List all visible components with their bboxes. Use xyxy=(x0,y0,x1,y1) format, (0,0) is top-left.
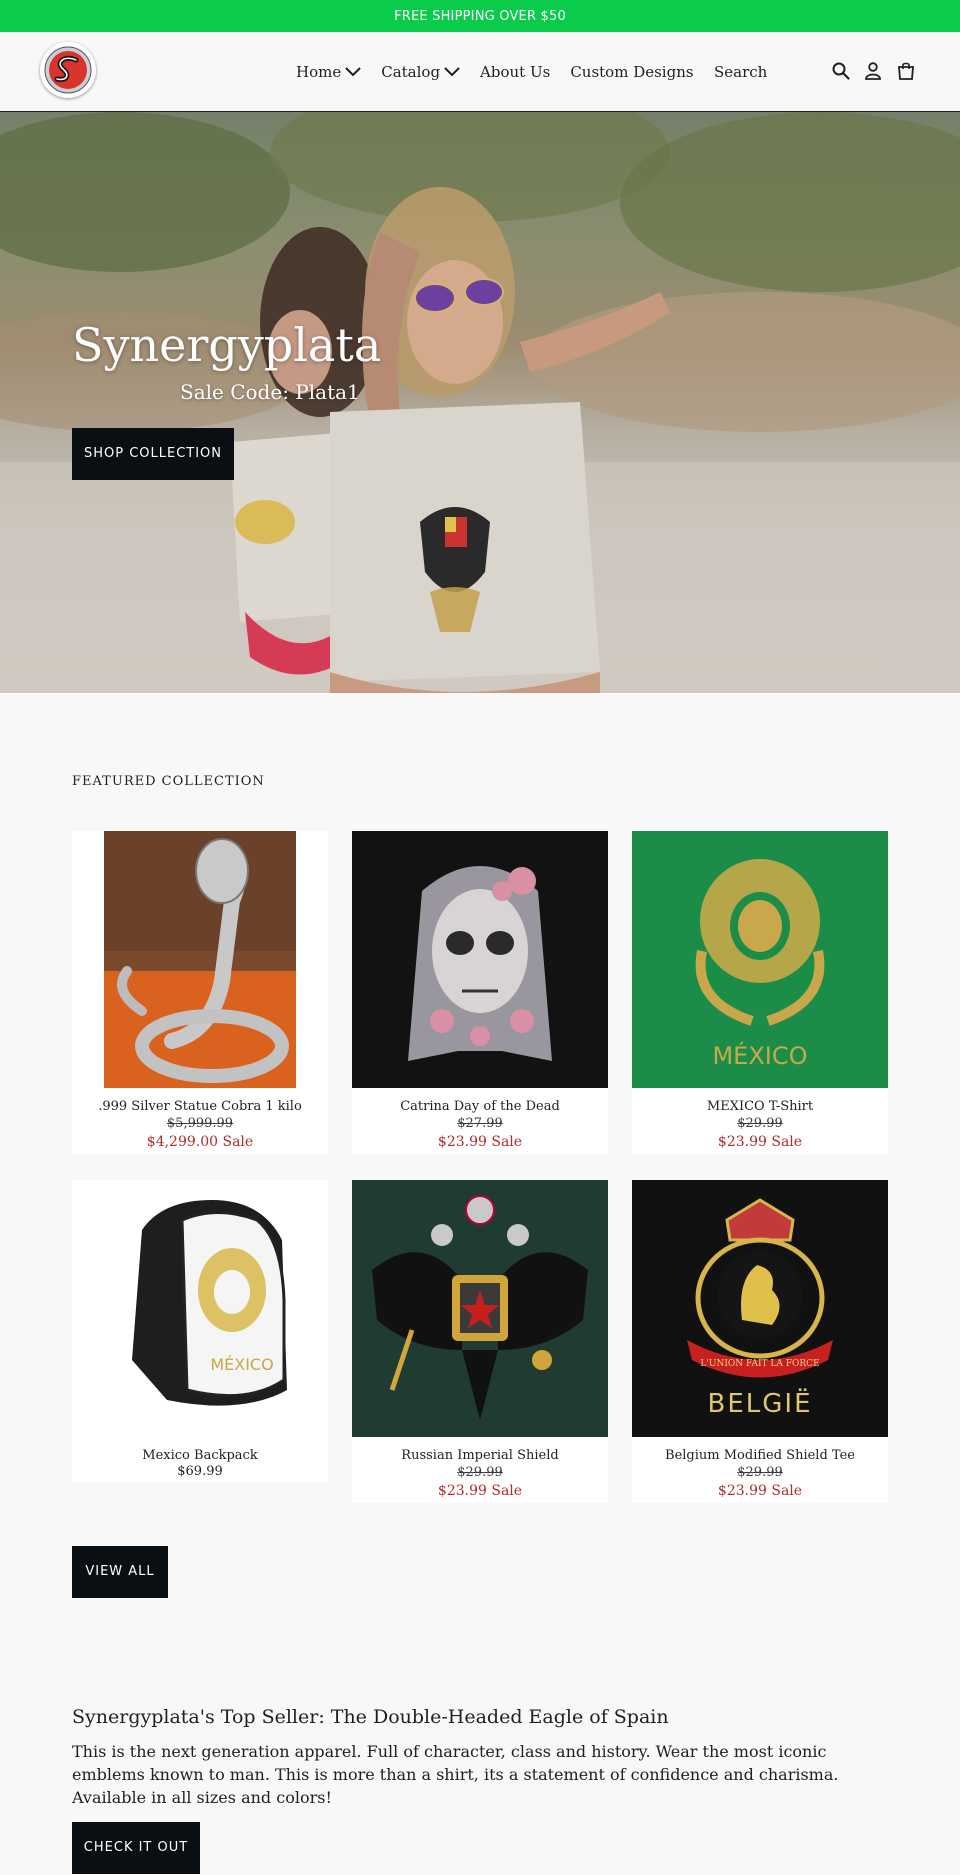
product-image[interactable]: L'UNION FAIT LA FORCE BELGIË xyxy=(632,1180,888,1437)
announcement-text: FREE SHIPPING OVER $50 xyxy=(394,8,566,24)
russian-shield-image xyxy=(352,1180,608,1437)
product-title[interactable]: Belgium Modified Shield Tee xyxy=(632,1448,888,1463)
nav-about-label: About Us xyxy=(480,63,551,81)
chevron-down-icon xyxy=(345,67,361,77)
nav-home[interactable]: Home xyxy=(296,63,361,81)
product-title[interactable]: Russian Imperial Shield xyxy=(352,1448,608,1463)
nav-about-us[interactable]: About Us xyxy=(480,63,550,81)
cobra-statue-image xyxy=(104,831,296,1088)
search-field[interactable]: Search xyxy=(714,32,767,112)
announcement-bar: FREE SHIPPING OVER $50 xyxy=(0,0,960,32)
account-icon[interactable] xyxy=(864,62,882,80)
belgium-shield-image: L'UNION FAIT LA FORCE BELGIË xyxy=(632,1180,888,1437)
nav-catalog-label: Catalog xyxy=(381,63,441,81)
featured-collection-heading: FEATURED COLLECTION xyxy=(72,774,265,789)
nav-home-label: Home xyxy=(296,63,342,81)
product-image-banner: L'UNION FAIT LA FORCE xyxy=(700,1359,819,1369)
product-compare-price: $5,999.99 xyxy=(166,1116,234,1131)
product-image[interactable]: MÉXICO xyxy=(632,831,888,1088)
chevron-down-icon xyxy=(444,67,460,77)
hero-title: Synergyplata xyxy=(72,318,382,372)
product-card-russian-shield[interactable]: Russian Imperial Shield $29.99 $23.99 Sa… xyxy=(352,1180,608,1503)
product-image-text: MÉXICO xyxy=(210,1355,273,1374)
product-compare-price: $29.99 xyxy=(457,1465,503,1480)
product-image[interactable] xyxy=(72,831,328,1088)
top-seller-description: This is the next generation apparel. Ful… xyxy=(72,1742,839,1807)
product-sale-price: $23.99 Sale xyxy=(717,1483,803,1499)
mexico-eagle-image: MÉXICO xyxy=(632,831,888,1088)
check-it-out-button[interactable]: CHECK IT OUT xyxy=(72,1822,200,1874)
product-card-mexico-tshirt[interactable]: MÉXICO MEXICO T-Shirt $29.99 $23.99 Sale xyxy=(632,831,888,1154)
product-compare-price: $29.99 xyxy=(737,1465,783,1480)
product-compare-price: $27.99 xyxy=(457,1116,503,1131)
product-card-cobra[interactable]: .999 Silver Statue Cobra 1 kilo $5,999.9… xyxy=(72,831,328,1154)
product-image-text: MÉXICO xyxy=(712,1041,807,1070)
view-all-button[interactable]: VIEW ALL xyxy=(72,1546,168,1598)
hero-banner: Synergyplata Sale Code: Plata1 SHOP COLL… xyxy=(0,112,960,693)
product-sale-price: $23.99 Sale xyxy=(717,1134,803,1150)
product-image[interactable] xyxy=(352,1180,608,1437)
product-compare-price: $29.99 xyxy=(737,1116,783,1131)
cart-icon[interactable] xyxy=(897,62,915,80)
hero-photo xyxy=(0,112,960,693)
nav-custom-designs[interactable]: Custom Designs xyxy=(570,63,693,81)
nav-catalog[interactable]: Catalog xyxy=(381,63,460,81)
main-nav: Home Catalog About Us Custom Designs xyxy=(296,32,714,112)
logo-icon xyxy=(44,46,92,94)
nav-custom-designs-label: Custom Designs xyxy=(570,63,694,81)
product-price: $69.99 xyxy=(177,1464,223,1479)
search-icon[interactable] xyxy=(832,62,850,80)
product-title[interactable]: MEXICO T-Shirt xyxy=(632,1099,888,1114)
backpack-image: MÉXICO xyxy=(72,1180,328,1437)
product-sale-price: $23.99 Sale xyxy=(437,1134,523,1150)
site-header: Home Catalog About Us Custom Designs Sea… xyxy=(0,32,960,112)
product-card-belgium-shield[interactable]: L'UNION FAIT LA FORCE BELGIË Belgium Mod… xyxy=(632,1180,888,1503)
hero-subtitle: Sale Code: Plata1 xyxy=(180,380,360,404)
product-title[interactable]: .999 Silver Statue Cobra 1 kilo xyxy=(72,1099,328,1114)
product-title[interactable]: Mexico Backpack xyxy=(72,1448,328,1463)
shop-collection-button[interactable]: SHOP COLLECTION xyxy=(72,428,234,480)
product-sale-price: $4,299.00 Sale xyxy=(146,1134,254,1150)
product-image[interactable]: MÉXICO xyxy=(72,1180,328,1437)
product-title[interactable]: Catrina Day of the Dead xyxy=(352,1099,608,1114)
product-card-catrina[interactable]: Catrina Day of the Dead $27.99 $23.99 Sa… xyxy=(352,831,608,1154)
product-image-text: BELGIË xyxy=(708,1387,813,1419)
catrina-image xyxy=(352,831,608,1088)
product-sale-price: $23.99 Sale xyxy=(437,1483,523,1499)
site-logo[interactable] xyxy=(40,42,96,98)
product-image[interactable] xyxy=(352,831,608,1088)
search-label: Search xyxy=(714,63,768,81)
product-card-mexico-backpack[interactable]: MÉXICO Mexico Backpack $69.99 xyxy=(72,1180,328,1483)
top-seller-title: Synergyplata's Top Seller: The Double-He… xyxy=(72,1706,669,1728)
